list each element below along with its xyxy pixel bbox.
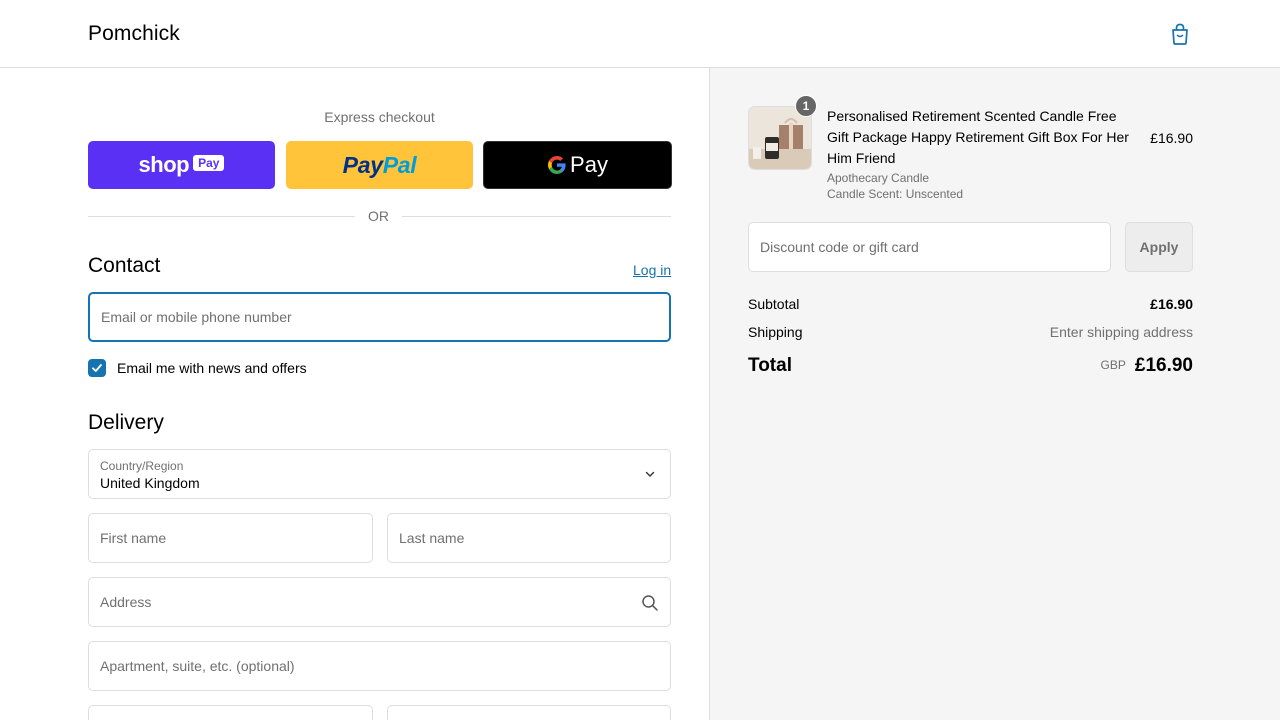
divider-line-right [402,216,671,217]
subtotal-value: £16.90 [1150,296,1193,312]
total-row: Total GBP £16.90 [748,355,1193,381]
city-field-wrapper[interactable] [88,705,373,720]
google-pay-wordmark: Pay [547,152,608,178]
paypal-wordmark-part1: Pay [342,151,383,178]
paypal-button[interactable]: PayPal [286,141,473,189]
shipping-row: Shipping Enter shipping address [748,324,1193,344]
shipping-value: Enter shipping address [1049,324,1193,340]
google-pay-label: Pay [570,152,608,177]
total-label: Total [748,355,792,376]
email-input[interactable] [90,294,669,340]
country-value: United Kingdom [100,475,200,491]
newsletter-option[interactable]: Email me with news and offers [88,358,307,378]
or-label: OR [368,208,389,224]
total-currency: GBP [1100,358,1126,372]
delivery-title: Delivery [88,411,164,434]
subtotal-row: Subtotal £16.90 [748,296,1193,316]
checkmark-icon [92,364,102,372]
contact-title: Contact [88,254,161,277]
country-select[interactable]: Country/Region United Kingdom [88,449,671,499]
paypal-wordmark-part2: Pal [382,151,417,178]
product-variant-style: Apothecary Candle [827,171,930,185]
apartment-field-wrapper [88,641,671,691]
email-field-wrapper [88,292,671,342]
newsletter-label: Email me with news and offers [117,360,307,376]
quantity-badge: 1 [795,95,817,117]
first-name-field-wrapper [88,513,373,563]
product-variant-scent: Candle Scent: Unscented [827,187,964,201]
or-divider: OR [88,208,671,226]
discount-input[interactable] [749,223,1110,271]
google-g-icon [548,156,566,174]
last-name-input[interactable] [388,514,670,562]
google-pay-button[interactable]: Pay [483,141,672,189]
address-field-wrapper [88,577,671,627]
login-link[interactable]: Log in [633,262,671,278]
newsletter-checkbox[interactable] [88,359,106,377]
total-value: £16.90 [1134,355,1193,376]
shipping-label: Shipping [748,324,803,340]
order-summary: 1 Personalised Retirement Scented Candle… [709,68,1280,720]
apartment-input[interactable] [89,642,670,690]
subtotal-label: Subtotal [748,296,800,312]
search-icon[interactable] [641,594,659,612]
shop-pay-button[interactable]: shop Pay [88,141,275,189]
chevron-down-icon [645,471,655,477]
last-name-field-wrapper [387,513,671,563]
address-input[interactable] [89,578,670,626]
shopping-bag-icon[interactable] [1169,22,1191,46]
shop-pay-tag: Pay [193,155,225,171]
paypal-wordmark: PayPal [343,152,417,179]
divider-line-left [88,216,355,217]
shop-pay-wordmark: shop [138,152,190,177]
brand-logo[interactable]: Pomchick [88,22,180,46]
product-price: £16.90 [1150,130,1193,146]
total-amount: GBP £16.90 [1101,355,1193,377]
postcode-field-wrapper[interactable] [387,705,671,720]
first-name-input[interactable] [89,514,372,562]
discount-field-wrapper [748,222,1111,272]
country-label: Country/Region [100,459,184,473]
product-name: Personalised Retirement Scented Candle F… [827,108,1129,166]
checkout-form: Express checkout shop Pay PayPal Pay OR … [0,68,709,720]
header: Pomchick [0,0,1280,68]
apply-discount-button[interactable]: Apply [1125,222,1193,272]
express-checkout-title: Express checkout [324,109,435,125]
